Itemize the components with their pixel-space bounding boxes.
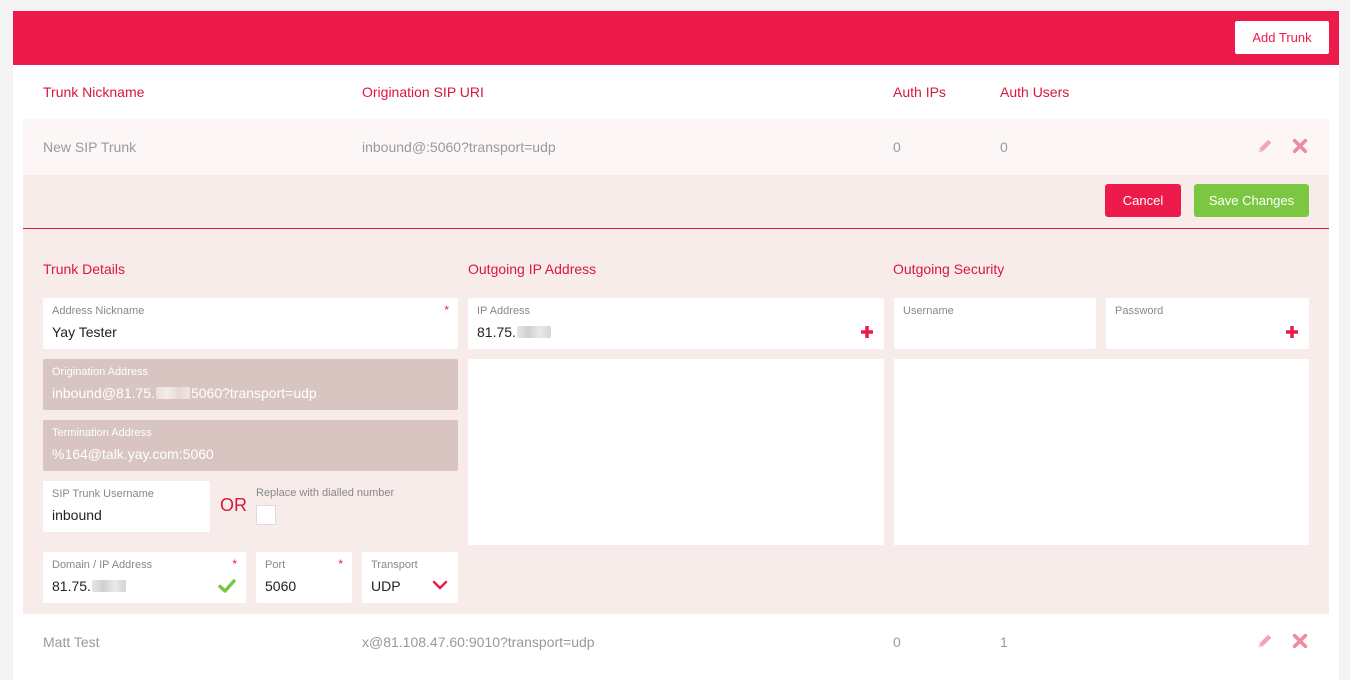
- transport-value: UDP: [371, 578, 401, 594]
- field-label: Termination Address: [52, 427, 152, 439]
- chevron-down-icon[interactable]: [432, 580, 448, 590]
- ip-address-list: [468, 359, 884, 545]
- origination-address-value: inbound@81.75. 5060?transport=udp: [52, 385, 317, 401]
- row-auth-users: 1: [1000, 634, 1008, 650]
- close-icon[interactable]: [1291, 137, 1309, 155]
- required-marker: *: [338, 557, 343, 571]
- pencil-icon[interactable]: [1256, 632, 1274, 650]
- row-origination: inbound@:5060?transport=udp: [362, 139, 556, 155]
- ip-prefix: 81.75.: [477, 324, 516, 340]
- ip-address-field[interactable]: IP Address 81.75.: [468, 298, 884, 349]
- outgoing-security-title: Outgoing Security: [893, 261, 1005, 277]
- table-row[interactable]: Matt Test x@81.108.47.60:9010?transport=…: [23, 614, 1329, 670]
- table-row[interactable]: New SIP Trunk inbound@:5060?transport=ud…: [23, 119, 1329, 175]
- domain-prefix: 81.75.: [52, 578, 91, 594]
- row-auth-users: 0: [1000, 139, 1008, 155]
- field-label: Port: [265, 559, 286, 571]
- sip-username-field[interactable]: SIP Trunk Username inbound: [43, 481, 210, 532]
- add-trunk-button[interactable]: Add Trunk: [1235, 21, 1329, 54]
- field-label: Password: [1115, 305, 1164, 317]
- sip-username-value: inbound: [52, 507, 102, 523]
- required-marker: *: [232, 557, 237, 571]
- column-header-nickname: Trunk Nickname: [43, 84, 145, 100]
- redacted-ip: [516, 326, 551, 338]
- close-icon[interactable]: [1291, 632, 1309, 650]
- plus-icon[interactable]: [1285, 325, 1299, 339]
- ip-address-value: 81.75.: [477, 324, 552, 340]
- port-value: 5060: [265, 578, 297, 594]
- domain-ip-field[interactable]: Domain / IP Address * 81.75.: [43, 552, 246, 603]
- outgoing-ip-title: Outgoing IP Address: [468, 261, 597, 277]
- plus-icon[interactable]: [860, 325, 874, 339]
- field-label: Username: [903, 305, 954, 317]
- field-label: IP Address: [477, 305, 530, 317]
- redacted-ip: [91, 580, 126, 592]
- row-auth-ips: 0: [893, 139, 901, 155]
- cancel-button[interactable]: Cancel: [1105, 184, 1181, 217]
- address-nickname-field[interactable]: Address Nickname * Yay Tester: [43, 298, 458, 349]
- username-field[interactable]: Username: [894, 298, 1096, 349]
- password-field[interactable]: Password: [1106, 298, 1309, 349]
- row-origination: x@81.108.47.60:9010?transport=udp: [362, 634, 595, 650]
- origination-prefix: inbound@81.75.: [52, 385, 155, 401]
- field-label: Domain / IP Address: [52, 559, 153, 571]
- column-header-auth-ips: Auth IPs: [893, 84, 946, 100]
- domain-ip-value: 81.75.: [52, 578, 127, 594]
- trunk-details-title: Trunk Details: [43, 261, 125, 277]
- row-nickname: Matt Test: [43, 634, 100, 650]
- field-label: Origination Address: [52, 366, 148, 378]
- field-label: SIP Trunk Username: [52, 488, 154, 500]
- address-nickname-value: Yay Tester: [52, 324, 117, 340]
- column-header-origination: Origination SIP URI: [362, 84, 484, 100]
- origination-address-field: Origination Address inbound@81.75. 5060?t…: [43, 359, 458, 410]
- row-auth-ips: 0: [893, 634, 901, 650]
- origination-suffix: 5060?transport=udp: [190, 385, 317, 401]
- editor-actions: Cancel Save Changes: [23, 175, 1329, 229]
- redacted-ip: [155, 387, 190, 399]
- trunks-panel: Add Trunk Trunk Nickname Origination SIP…: [13, 11, 1339, 680]
- field-label: Transport: [371, 559, 418, 571]
- or-separator: OR: [220, 495, 247, 515]
- header-bar: Add Trunk: [13, 11, 1339, 65]
- replace-dialled-label: Replace with dialled number: [256, 487, 395, 499]
- termination-address-field: Termination Address %164@talk.yay.com:50…: [43, 420, 458, 471]
- replace-dialled-checkbox[interactable]: [256, 505, 276, 525]
- pencil-icon[interactable]: [1256, 137, 1274, 155]
- transport-select[interactable]: Transport UDP: [362, 552, 458, 603]
- save-changes-button[interactable]: Save Changes: [1194, 184, 1309, 217]
- required-marker: *: [444, 303, 449, 317]
- security-credentials-list: [894, 359, 1309, 545]
- field-label: Address Nickname: [52, 305, 145, 317]
- port-field[interactable]: Port * 5060: [256, 552, 352, 603]
- termination-address-value: %164@talk.yay.com:5060: [52, 446, 214, 462]
- column-header-auth-users: Auth Users: [1000, 84, 1070, 100]
- check-icon: [218, 579, 236, 593]
- trunk-editor: Cancel Save Changes Trunk Details Outgoi…: [23, 175, 1329, 614]
- row-nickname: New SIP Trunk: [43, 139, 137, 155]
